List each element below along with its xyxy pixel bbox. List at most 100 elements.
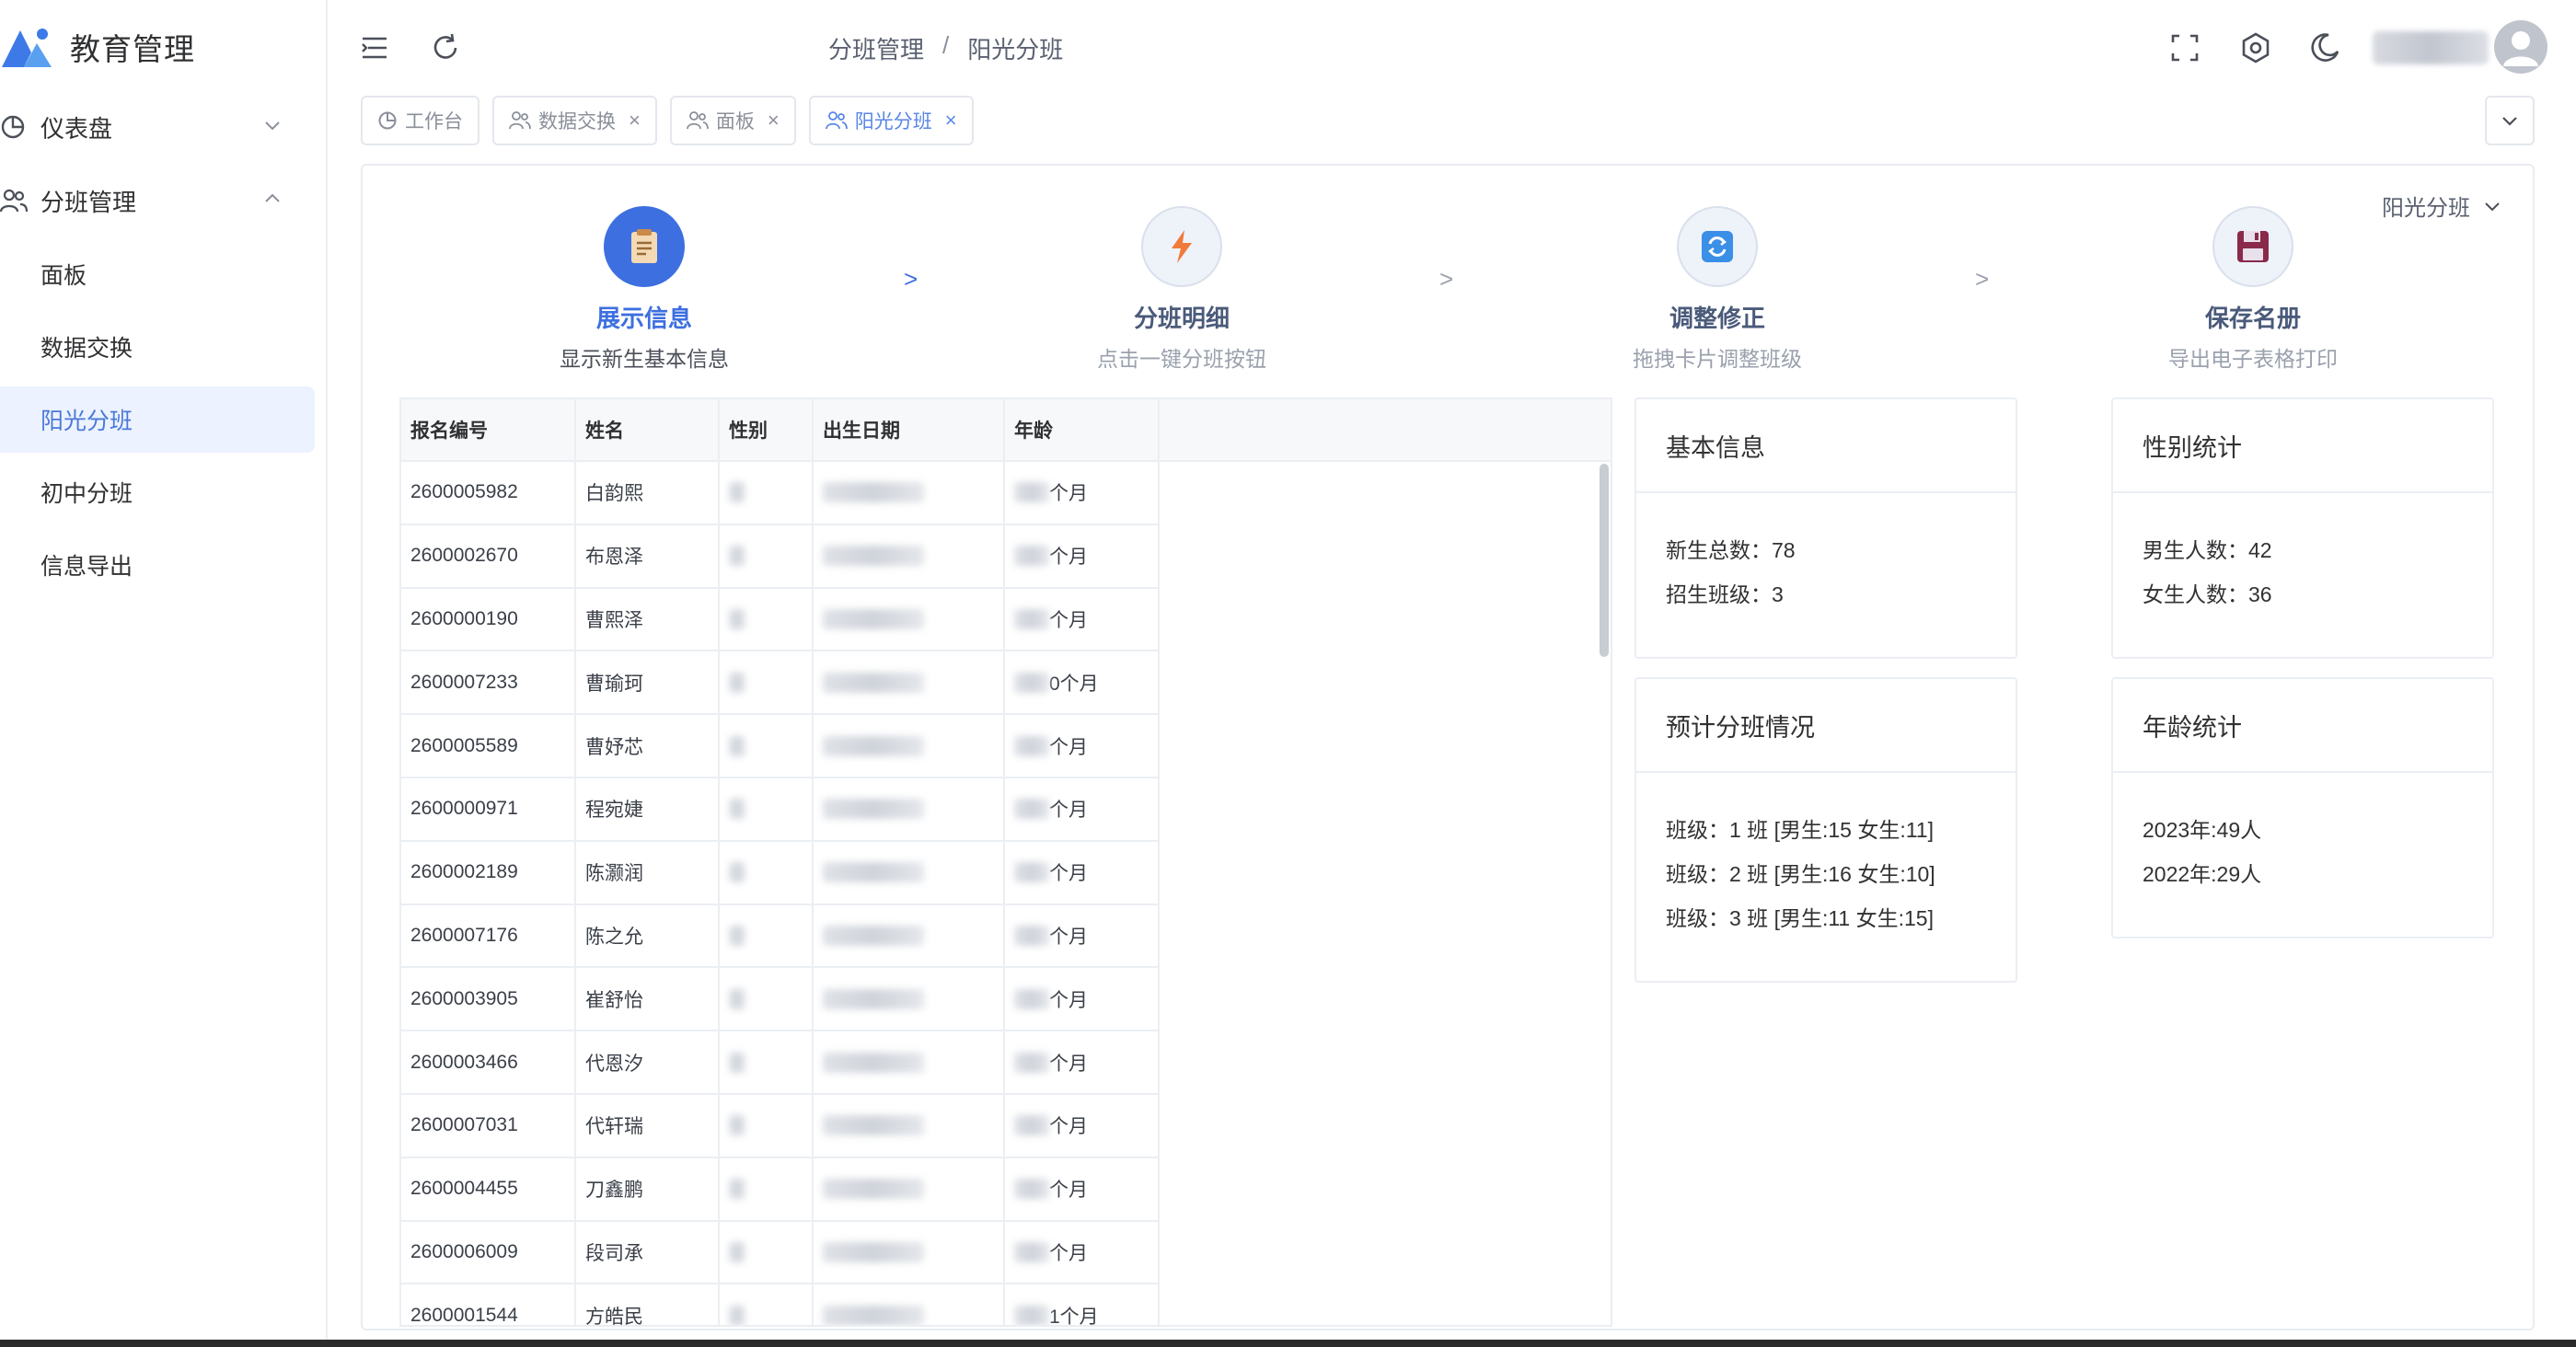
redacted-value [729, 1241, 745, 1262]
class-plan-line: 班级：2 班 [男生:16 女生:10] [1666, 862, 1935, 886]
step-icon-circle [2212, 206, 2293, 287]
fullscreen-icon[interactable] [2168, 31, 2201, 64]
cell-id: 2600002670 [401, 524, 576, 587]
redacted-value [1014, 1179, 1049, 1200]
app-logo[interactable]: 教育管理 [0, 22, 195, 72]
chevron-down-icon [2485, 201, 2500, 211]
breadcrumb-item[interactable]: 分班管理 [828, 31, 924, 65]
tags-dropdown-button[interactable] [2485, 96, 2535, 145]
redacted-value [1014, 735, 1049, 756]
column-header[interactable]: 性别 [720, 399, 814, 460]
tag-sunshine-class[interactable]: 阳光分班 × [808, 96, 974, 145]
table-row[interactable]: 2600003466 代恩汐 个月 [401, 1031, 1160, 1095]
cell-gender-blurred [720, 524, 814, 587]
table-row[interactable]: 2600002189 陈灏润 个月 [401, 841, 1160, 905]
username-blurred[interactable] [2373, 31, 2489, 64]
sync-icon [1702, 231, 1733, 262]
redacted-value [823, 1052, 924, 1073]
users-icon [686, 111, 709, 130]
step-show-info[interactable]: 展示信息 显示新生基本信息 [479, 206, 810, 373]
window-bottom-edge [0, 1340, 2576, 1347]
table-row[interactable]: 2600007031 代轩瑞 个月 [401, 1094, 1160, 1158]
breadcrumb-separator: / [942, 31, 950, 59]
step-icon-circle [604, 206, 685, 287]
settings-icon[interactable] [2239, 31, 2272, 64]
age-suffix: 个月 [1049, 1053, 1088, 1075]
table-row[interactable]: 2600004455 刀鑫鹏 个月 [401, 1157, 1160, 1222]
column-header[interactable]: 年龄 [1005, 399, 1160, 460]
table-scrollbar[interactable] [1600, 464, 1609, 657]
table-row[interactable]: 2600005589 曹妤芯 个月 [401, 715, 1160, 778]
lightning-icon [1172, 230, 1192, 263]
user-avatar-icon [2503, 31, 2538, 66]
chevron-down-icon [265, 121, 280, 131]
cell-name: 代轩瑞 [576, 1094, 720, 1157]
tag-data-exchange[interactable]: 数据交换 × [492, 96, 657, 145]
table-row[interactable]: 2600005982 白韵熙 个月 [401, 462, 1160, 525]
table-row[interactable]: 2600002670 布恩泽 个月 [401, 524, 1160, 589]
sidebar-sub-item-panel[interactable]: 面板 [0, 241, 315, 307]
step-save-roster[interactable]: 保存名册 导出电子表格打印 [2087, 206, 2419, 373]
class-count: 招生班级：3 [1666, 582, 1784, 606]
redacted-value [1014, 862, 1049, 883]
avatar[interactable] [2494, 20, 2547, 74]
tag-workbench[interactable]: 工作台 [361, 96, 479, 145]
cell-id: 2600006009 [401, 1221, 576, 1284]
close-icon[interactable]: × [945, 109, 957, 132]
column-header[interactable]: 报名编号 [401, 399, 576, 460]
menu-fold-icon[interactable] [359, 31, 392, 64]
age-suffix: 个月 [1049, 1242, 1088, 1264]
sidebar-sub-item-export[interactable]: 信息导出 [0, 532, 315, 598]
table-row[interactable]: 2600003905 崔舒怡 个月 [401, 968, 1160, 1032]
redacted-value [729, 482, 745, 503]
close-icon[interactable]: × [629, 109, 641, 132]
column-header[interactable]: 姓名 [576, 399, 720, 460]
sidebar-item-class-management[interactable]: 分班管理 [0, 167, 315, 234]
redacted-value [729, 546, 745, 567]
sidebar-item-dashboard[interactable]: 仪表盘 [0, 94, 315, 160]
save-icon [2237, 231, 2269, 262]
redacted-value [729, 925, 745, 946]
cell-age: 个月 [1005, 841, 1160, 904]
table-row[interactable]: 2600006009 段司承 个月 [401, 1221, 1160, 1285]
cell-id: 2600007031 [401, 1094, 576, 1157]
age-suffix: 0个月 [1049, 673, 1099, 695]
cell-age: 个月 [1005, 777, 1160, 840]
table-row[interactable]: 2600000190 曹熙泽 个月 [401, 588, 1160, 652]
redacted-value [729, 988, 745, 1009]
step-title: 保存名册 [2204, 305, 2301, 332]
cell-birthdate-blurred [814, 1157, 1005, 1220]
close-icon[interactable]: × [768, 109, 780, 132]
redacted-value [1014, 799, 1049, 820]
refresh-icon[interactable] [429, 31, 462, 64]
sidebar: 教育管理 仪表盘 分班管理 面板 数据交换 阳光分班 初中分班 信息导出 [0, 0, 328, 1340]
tag-label: 面板 [715, 111, 755, 132]
step-title: 分班明细 [1133, 305, 1230, 332]
table-row[interactable]: 2600001544 方皓民 1个月 [401, 1284, 1160, 1325]
redacted-value [729, 1052, 745, 1073]
tags-view: 工作台 数据交换 × 面板 × 阳光分班 × [361, 96, 974, 145]
step-icon-circle [1677, 206, 1758, 287]
cell-birthdate-blurred [814, 651, 1005, 714]
redacted-value [729, 672, 745, 693]
sidebar-sub-item-data-exchange[interactable]: 数据交换 [0, 314, 315, 380]
cell-birthdate-blurred [814, 715, 1005, 777]
redacted-value [729, 1179, 745, 1200]
table-row[interactable]: 2600007176 陈之允 个月 [401, 904, 1160, 969]
step-class-detail[interactable]: 分班明细 点击一键分班按钮 [1016, 206, 1347, 373]
cell-id: 2600007233 [401, 651, 576, 714]
sidebar-sub-item-sunshine-class[interactable]: 阳光分班 [0, 386, 315, 453]
column-header[interactable]: 出生日期 [814, 399, 1005, 460]
table-row[interactable]: 2600000971 程宛婕 个月 [401, 777, 1160, 842]
step-adjust[interactable]: 调整修正 拖拽卡片调整班级 [1552, 206, 1883, 373]
sidebar-sub-item-junior-class[interactable]: 初中分班 [0, 459, 315, 525]
dark-mode-icon[interactable] [2308, 31, 2341, 64]
tag-panel[interactable]: 面板 × [669, 96, 796, 145]
table-row[interactable]: 2600007233 曹瑜珂 0个月 [401, 651, 1160, 716]
table-header: 报名编号 姓名 性别 出生日期 年龄 [401, 399, 1611, 462]
cell-name: 曹妤芯 [576, 715, 720, 777]
cell-birthdate-blurred [814, 524, 1005, 587]
cell-age: 个月 [1005, 968, 1160, 1030]
cell-birthdate-blurred [814, 904, 1005, 967]
logo-icon [2, 29, 52, 67]
